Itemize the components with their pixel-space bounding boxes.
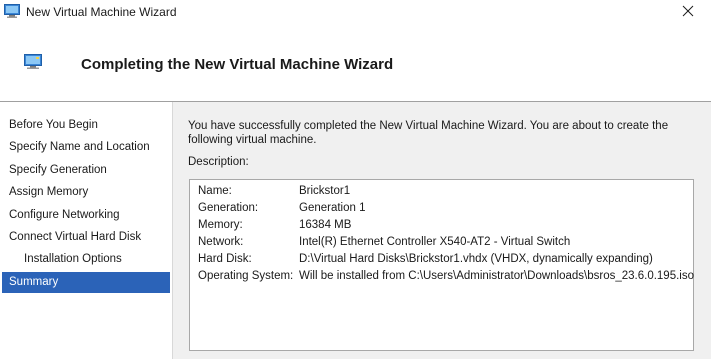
page-title: Completing the New Virtual Machine Wizar… — [81, 56, 394, 73]
nav-item-connect-virtual-hard-disk[interactable]: Connect Virtual Hard Disk — [2, 227, 170, 248]
summary-key: Generation: — [198, 202, 259, 214]
window-title: New Virtual Machine Wizard — [26, 5, 177, 19]
summary-textbox[interactable]: Name: Brickstor1 Generation: Generation … — [189, 179, 694, 351]
summary-key: Operating System: — [198, 270, 294, 282]
summary-value: Intel(R) Ethernet Controller X540-AT2 - … — [299, 236, 571, 248]
main-panel: You have successfully completed the New … — [173, 102, 711, 359]
virtual-machine-icon — [4, 4, 20, 18]
nav-item-before-you-begin[interactable]: Before You Begin — [2, 115, 170, 136]
summary-key: Name: — [198, 185, 232, 197]
nav-item-summary[interactable]: Summary — [2, 272, 170, 293]
nav-item-assign-memory[interactable]: Assign Memory — [2, 182, 170, 203]
summary-value: Generation 1 — [299, 202, 366, 214]
title-bar: New Virtual Machine Wizard — [0, 0, 711, 26]
nav-item-configure-networking[interactable]: Configure Networking — [2, 205, 170, 226]
wizard-header: Completing the New Virtual Machine Wizar… — [0, 26, 711, 101]
summary-value: Will be installed from C:\Users\Administ… — [299, 270, 694, 282]
intro-text: You have successfully completed the New … — [188, 120, 669, 146]
nav-item-installation-options[interactable]: Installation Options — [2, 249, 170, 270]
close-icon — [682, 5, 694, 20]
summary-key: Network: — [198, 236, 244, 248]
wizard-steps-nav: Before You Begin Specify Name and Locati… — [0, 102, 173, 359]
nav-item-specify-generation[interactable]: Specify Generation — [2, 160, 170, 181]
nav-item-specify-name-and-location[interactable]: Specify Name and Location — [2, 137, 170, 158]
summary-value: Brickstor1 — [299, 185, 351, 197]
summary-value: D:\Virtual Hard Disks\Brickstor1.vhdx (V… — [299, 253, 653, 265]
summary-key: Hard Disk: — [198, 253, 252, 265]
virtual-machine-icon — [24, 54, 42, 69]
summary-key: Memory: — [198, 219, 243, 231]
description-label: Description: — [188, 156, 249, 168]
summary-value: 16384 MB — [299, 219, 352, 231]
close-button[interactable] — [665, 0, 711, 24]
